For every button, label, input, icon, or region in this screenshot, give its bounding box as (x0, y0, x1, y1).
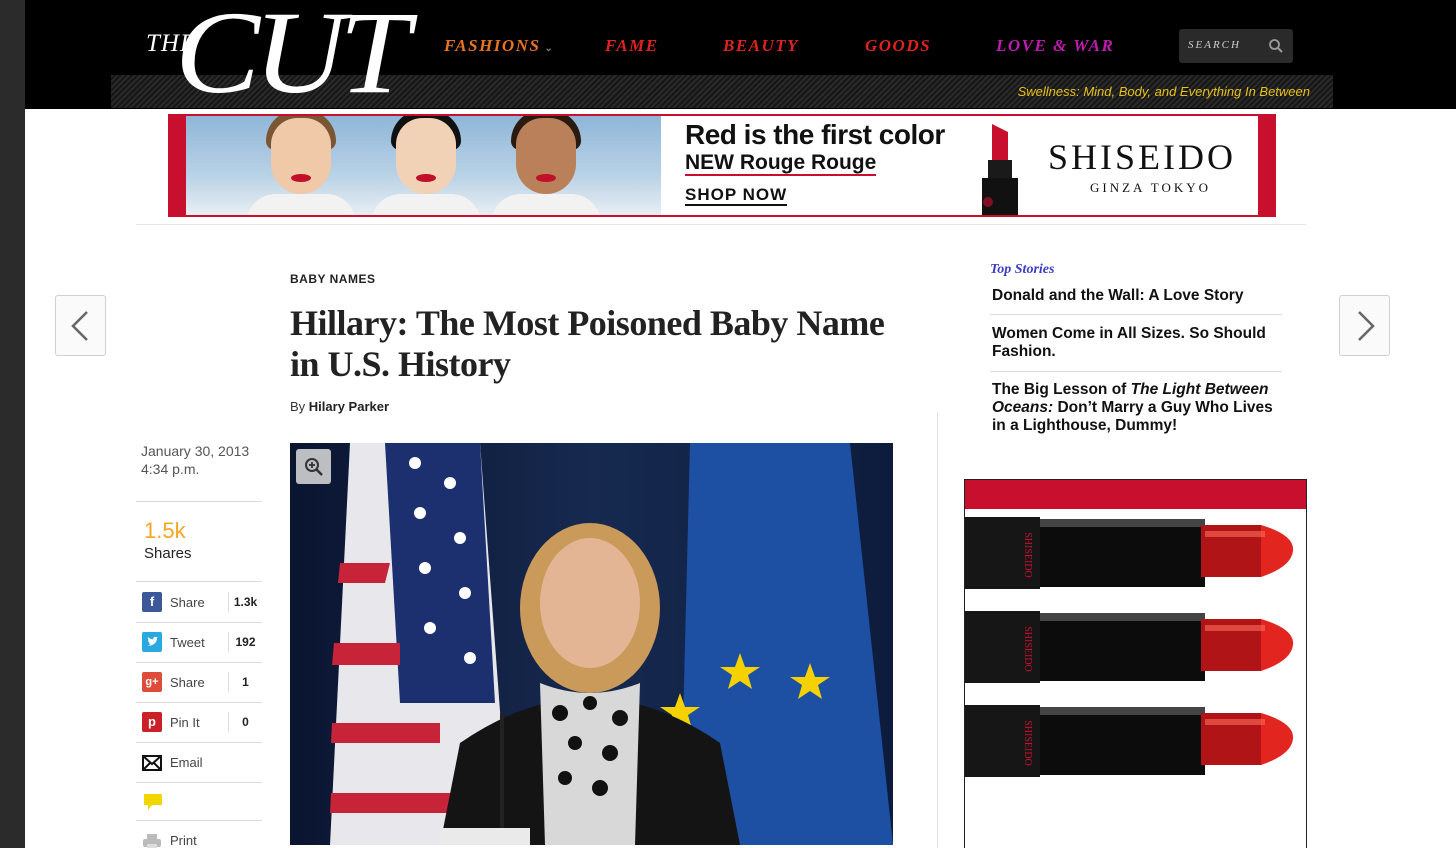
nav-fashions-label: FASHIONS (444, 36, 541, 55)
ad-subhead: NEW Rouge Rouge (685, 151, 877, 176)
share-count-label: Shares (144, 545, 192, 562)
divider (136, 622, 262, 623)
divider (136, 702, 262, 703)
ad-brand-text: SHISEIDO (1022, 720, 1033, 766)
pinterest-icon: p (142, 712, 162, 732)
print-button[interactable]: Print (141, 830, 262, 848)
divider (136, 501, 262, 502)
chevron-right-icon (1358, 311, 1375, 341)
email-label: Email (170, 755, 203, 770)
pin-count: 0 (228, 712, 262, 732)
email-share-button[interactable]: Email (141, 752, 262, 792)
nav-fame[interactable]: FAME (605, 36, 659, 56)
divider (136, 662, 262, 663)
hillary-clinton-photo (290, 443, 893, 845)
ad-models-photo (186, 116, 661, 215)
ad-brand-text: SHISEIDO (1022, 626, 1033, 672)
divider (990, 314, 1282, 315)
publish-date: January 30, 2013 4:34 p.m. (141, 442, 249, 478)
browser-viewport: THE CUT FASHIONS ⌄ FAME BEAUTY GOODS LOVE… (25, 0, 1456, 848)
nav-beauty[interactable]: BEAUTY (723, 36, 799, 56)
share-label: Share (170, 675, 205, 690)
logo-cut[interactable]: CUT (175, 0, 410, 112)
date-text: January 30, 2013 (141, 443, 250, 459)
ad-shop-now-link[interactable]: SHOP NOW (685, 186, 788, 206)
google-plus-icon: g+ (142, 672, 162, 692)
ad-headline: Red is the first color (685, 119, 945, 150)
nav-love-war[interactable]: LOVE & WAR (996, 36, 1114, 56)
previous-article-button[interactable] (55, 295, 106, 356)
search-icon[interactable] (1268, 38, 1284, 54)
search-placeholder: SEARCH (1188, 39, 1241, 51)
banner-ad[interactable]: Red is the first color NEW Rouge Rouge S… (168, 114, 1276, 217)
tweet-label: Tweet (170, 635, 205, 650)
twitter-icon (142, 632, 162, 652)
nav-goods[interactable]: GOODS (865, 36, 931, 56)
comment-icon (144, 794, 162, 810)
share-count: 1.3k (228, 592, 262, 612)
divider (990, 371, 1282, 372)
chevron-left-icon (71, 311, 88, 341)
nav-fashions[interactable]: FASHIONS ⌄ (444, 36, 554, 56)
google-plus-share-button[interactable]: g+ Share 1 (141, 672, 262, 712)
divider (136, 782, 262, 783)
share-count: 1 (228, 672, 262, 692)
byline-prefix: By (290, 399, 306, 414)
top-story-link[interactable]: Donald and the Wall: A Love Story (992, 287, 1282, 305)
ad-red-strip (1258, 116, 1274, 215)
search-input[interactable]: SEARCH (1179, 29, 1293, 63)
model-face (246, 116, 356, 215)
print-label: Print (170, 833, 197, 848)
facebook-icon: f (142, 592, 162, 612)
chevron-down-icon: ⌄ (544, 43, 555, 54)
share-label: Share (170, 595, 205, 610)
divider (136, 224, 1306, 225)
top-story-link[interactable]: Women Come in All Sizes. So Should Fashi… (992, 325, 1282, 361)
ad-brand-sub: GINZA TOKYO (1090, 180, 1211, 195)
lipstick-image (982, 124, 1018, 215)
time-text: 4:34 p.m. (141, 461, 200, 477)
top-stories-heading: Top Stories (990, 262, 1055, 277)
byline: By Hilary Parker (290, 399, 389, 414)
ad-red-strip (170, 116, 186, 215)
ad-brand-text: SHISEIDO (1022, 532, 1033, 578)
facebook-share-button[interactable]: f Share 1.3k (141, 592, 262, 632)
divider (136, 820, 262, 821)
lipstick-image: SHISEIDO (965, 705, 1294, 777)
next-article-button[interactable] (1339, 295, 1390, 356)
divider (136, 581, 262, 582)
ad-brand-logo: SHISEIDO (1048, 137, 1237, 177)
email-icon (142, 755, 162, 771)
lipstick-image: SHISEIDO (965, 611, 1294, 683)
site-header: THE CUT FASHIONS ⌄ FAME BEAUTY GOODS LOVE… (25, 0, 1456, 112)
share-count-total: 1.5k (144, 518, 186, 543)
header-tagline-link[interactable]: Swellness: Mind, Body, and Everything In… (1018, 84, 1310, 99)
lipstick-image: SHISEIDO (965, 517, 1294, 589)
sidebar-ad[interactable]: SHISEIDO SHISEIDO SHISEIDO (964, 479, 1307, 848)
article-main-image[interactable] (290, 443, 893, 845)
model-face (371, 116, 481, 215)
pin-label: Pin It (170, 715, 200, 730)
zoom-in-icon (305, 458, 323, 476)
story-text: The Big Lesson of (992, 381, 1131, 398)
author-link[interactable]: Hilary Parker (309, 399, 389, 414)
ad-red-bar (965, 480, 1306, 509)
tweet-count: 192 (228, 632, 262, 652)
pinterest-pin-button[interactable]: p Pin It 0 (141, 712, 262, 752)
article-headline: Hillary: The Most Poisoned Baby Name in … (290, 303, 885, 384)
print-icon (143, 834, 161, 848)
model-face (491, 116, 601, 215)
twitter-tweet-button[interactable]: Tweet 192 (141, 632, 262, 672)
divider (136, 742, 262, 743)
zoom-image-button[interactable] (296, 449, 331, 484)
article-rubric[interactable]: BABY NAMES (290, 272, 375, 286)
top-story-link[interactable]: The Big Lesson of The Light Between Ocea… (992, 381, 1282, 435)
divider (937, 412, 938, 848)
comments-button[interactable] (141, 792, 262, 832)
